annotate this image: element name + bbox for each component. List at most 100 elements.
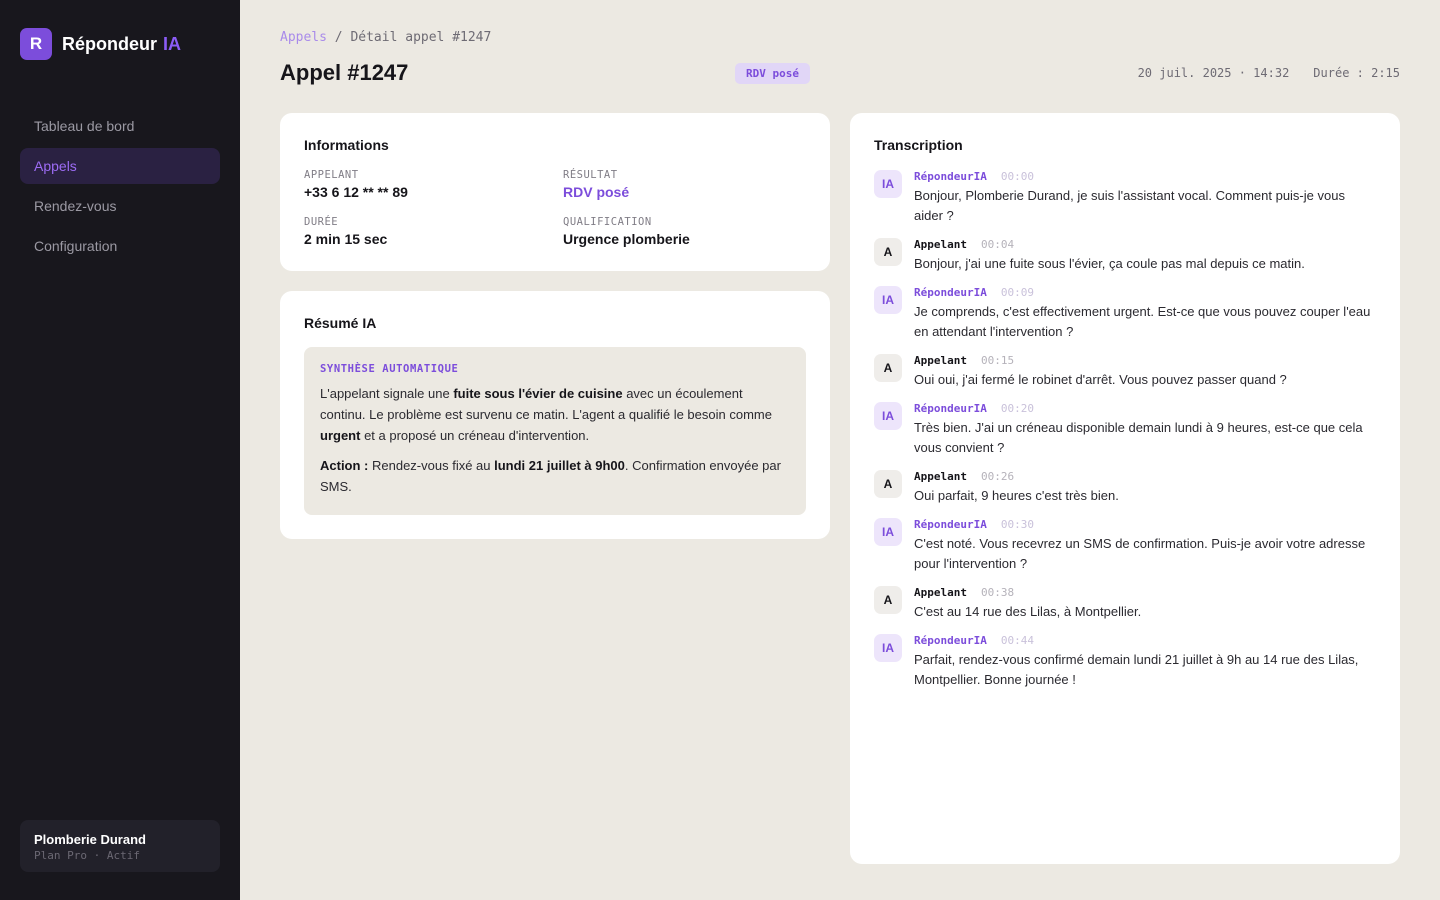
info-qualification-value: Urgence plomberie (563, 231, 690, 247)
transcript-message: IA RépondeurIA 00:20 Très bien. J'ai un cré… (874, 401, 1376, 458)
message-body: Appelant 00:26 Oui parfait, 9 heures c'est… (914, 469, 1376, 506)
info-caller-value: +33 6 12 ** ** 89 (304, 184, 408, 200)
info-caller-label: APPELANT (304, 169, 359, 181)
sidebar-item-dashboard[interactable]: Tableau de bord (20, 108, 220, 144)
message-speaker: Appelant (914, 237, 967, 251)
message-speaker: RépondeurIA (914, 285, 987, 299)
info-result-value: RDV posé (563, 184, 630, 200)
transcript-message: IA RépondeurIA 00:44 Parfait, rendez-vous c… (874, 633, 1376, 690)
sidebar-item-calls[interactable]: Appels (20, 148, 220, 184)
info-result: RÉSULTAT RDV posé (563, 169, 806, 200)
info-duration-value: 2 min 15 sec (304, 231, 388, 247)
summary-card: Résumé IA SYNTHÈSE AUTOMATIQUE L'appelan… (280, 291, 830, 539)
message-speaker: RépondeurIA (914, 633, 987, 647)
info-qualification: QUALIFICATION Urgence plomberie (563, 216, 806, 247)
brand[interactable]: R Répondeur IA (20, 28, 220, 60)
summary-paragraph-1: L'appelant signale une fuite sous l'évie… (320, 386, 772, 443)
message-time: 00:26 (980, 469, 1015, 483)
sidebar: R Répondeur IA Tableau de bord Appels Ren… (0, 0, 240, 900)
message-header: RépondeurIA 00:30 (914, 517, 1376, 531)
message-body: Appelant 00:15 Oui oui, j'ai fermé le robi… (914, 353, 1376, 390)
message-header: Appelant 00:04 (914, 237, 1376, 251)
message-speaker: Appelant (914, 585, 967, 599)
ai-avatar: IA (874, 170, 902, 198)
message-header: RépondeurIA 00:09 (914, 285, 1376, 299)
message-time: 00:00 (1000, 169, 1034, 183)
main-content: Appels / Détail appel #1247 Appel #1247 … (240, 0, 1440, 900)
sidebar-nav: Tableau de bord Appels Rendez-vous Confi… (20, 108, 220, 264)
message-text: Bonjour, Plomberie Durand, je suis l'ass… (914, 188, 1345, 223)
sidebar-item-appointments[interactable]: Rendez-vous (20, 188, 220, 224)
left-column: Informations APPELANT +33 6 12 ** ** 89 … (280, 113, 830, 864)
transcript-message: A Appelant 00:04 Bonjour, j'ai une fuite so… (874, 237, 1376, 274)
message-body: RépondeurIA 00:09 Je comprends, c'est effe… (914, 285, 1376, 342)
message-speaker: Appelant (914, 469, 967, 483)
account-card[interactable]: Plomberie Durand Plan Pro · Actif (20, 820, 220, 872)
page-title: Appel #1247 (280, 60, 409, 85)
summary-box: SYNTHÈSE AUTOMATIQUE L'appelant signale … (304, 347, 806, 515)
account-plan: Plan Pro · Actif (34, 849, 140, 862)
caller-avatar: A (874, 470, 902, 498)
caller-avatar: A (874, 238, 902, 266)
brand-accent: IA (163, 33, 182, 54)
ai-avatar: IA (874, 286, 902, 314)
info-caller: APPELANT +33 6 12 ** ** 89 (304, 169, 563, 200)
ai-avatar: IA (874, 518, 902, 546)
message-time: 00:15 (980, 353, 1015, 367)
call-meta: 20 juil. 2025 · 14:32 Durée : 2:15 (1138, 66, 1400, 80)
brand-logo: R (20, 28, 52, 60)
summary-paragraph-2: Action : Rendez-vous fixé au lundi 21 ju… (320, 458, 781, 494)
message-text: C'est noté. Vous recevrez un SMS de conf… (914, 536, 1366, 571)
sidebar-item-configuration[interactable]: Configuration (20, 228, 220, 264)
message-text: C'est au 14 rue des Lilas, à Montpellier… (914, 604, 1142, 619)
message-speaker: RépondeurIA (914, 169, 987, 183)
brand-name: Répondeur IA (62, 33, 182, 54)
breadcrumb-separator: / (326, 30, 351, 45)
caller-avatar: A (874, 586, 902, 614)
message-speaker: RépondeurIA (914, 401, 987, 415)
ai-avatar: IA (874, 634, 902, 662)
message-text: Bonjour, j'ai une fuite sous l'évier, ça… (914, 256, 1305, 271)
message-time: 00:20 (1000, 401, 1034, 415)
message-body: Appelant 00:38 C'est au 14 rue des Lilas, … (914, 585, 1376, 622)
info-duration-label: DURÉE (304, 216, 339, 228)
info-card: Informations APPELANT +33 6 12 ** ** 89 … (280, 113, 830, 271)
message-text: Je comprends, c'est effectivement urgent… (914, 304, 1371, 339)
info-result-label: RÉSULTAT (563, 169, 618, 181)
message-text: Très bien. J'ai un créneau disponible de… (914, 420, 1363, 455)
info-duration: DURÉE 2 min 15 sec (304, 216, 563, 247)
transcript-messages: IA RépondeurIA 00:00 Bonjour, Plomberie Dur… (874, 169, 1376, 690)
transcript-message: IA RépondeurIA 00:09 Je comprends, c'est ef… (874, 285, 1376, 342)
message-speaker: Appelant (914, 353, 967, 367)
message-header: Appelant 00:26 (914, 469, 1376, 483)
transcript-message: A Appelant 00:15 Oui oui, j'ai fermé le rob… (874, 353, 1376, 390)
info-qualification-label: QUALIFICATION (563, 216, 652, 228)
message-text: Oui parfait, 9 heures c'est très bien. (914, 488, 1119, 503)
message-header: RépondeurIA 00:44 (914, 633, 1376, 647)
transcript-message: A Appelant 00:26 Oui parfait, 9 heures c'es… (874, 469, 1376, 506)
breadcrumb-link-calls[interactable]: Appels (280, 30, 327, 45)
message-text: Parfait, rendez-vous confirmé demain lun… (914, 652, 1359, 687)
message-body: RépondeurIA 00:00 Bonjour, Plomberie Duran… (914, 169, 1376, 226)
transcript-message: IA RépondeurIA 00:30 C'est noté. Vous recev… (874, 517, 1376, 574)
message-body: RépondeurIA 00:44 Parfait, rendez-vous con… (914, 633, 1376, 690)
transcript-message: IA RépondeurIA 00:00 Bonjour, Plomberie Dur… (874, 169, 1376, 226)
message-time: 00:30 (1000, 517, 1034, 531)
status-badge: RDV posé (735, 62, 810, 84)
message-header: Appelant 00:38 (914, 585, 1376, 599)
content-columns: Informations APPELANT +33 6 12 ** ** 89 … (280, 113, 1400, 864)
summary-tag: SYNTHÈSE AUTOMATIQUE (320, 363, 459, 375)
transcript-card: Transcription IA RépondeurIA 00:00 Bonjour,… (850, 113, 1400, 864)
message-text: Oui oui, j'ai fermé le robinet d'arrêt. … (914, 372, 1287, 387)
message-header: RépondeurIA 00:00 (914, 169, 1376, 183)
message-speaker: RépondeurIA (914, 517, 987, 531)
call-duration: Durée : 2:15 (1313, 66, 1400, 80)
message-body: RépondeurIA 00:20 Très bien. J'ai un créne… (914, 401, 1376, 458)
breadcrumb-current: Détail appel #1247 (350, 30, 492, 45)
message-body: RépondeurIA 00:30 C'est noté. Vous recevre… (914, 517, 1376, 574)
message-header: RépondeurIA 00:20 (914, 401, 1376, 415)
message-body: Appelant 00:04 Bonjour, j'ai une fuite sou… (914, 237, 1376, 274)
info-card-title: Informations (304, 137, 389, 153)
account-name: Plomberie Durand (34, 832, 146, 847)
info-grid: APPELANT +33 6 12 ** ** 89 RÉSULTAT RDV … (304, 169, 806, 247)
